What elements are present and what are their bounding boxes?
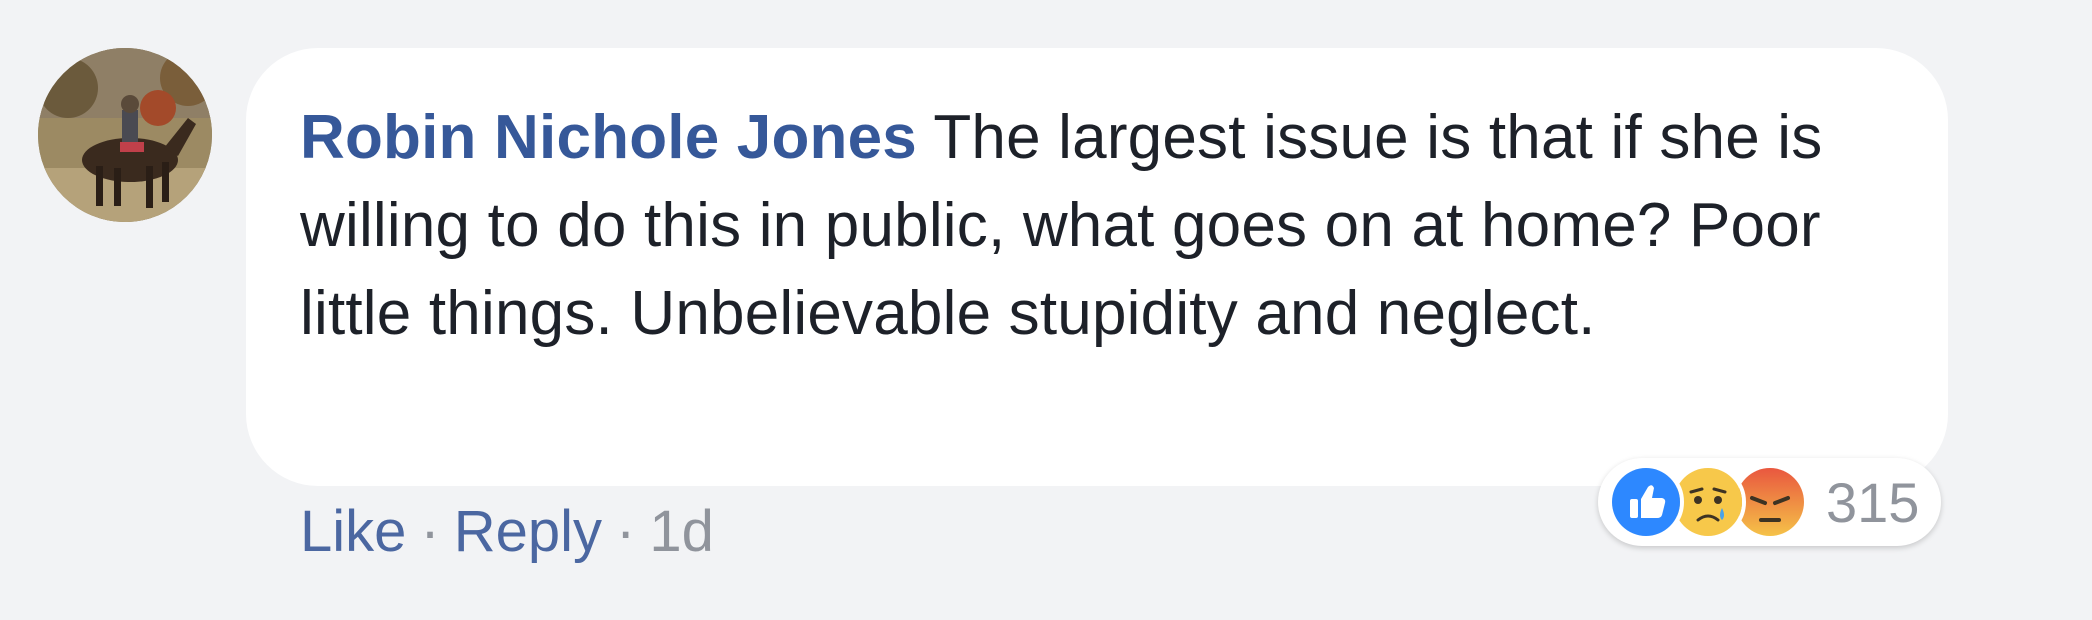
comment-actions: Like · Reply · 1d	[300, 494, 714, 570]
reply-link[interactable]: Reply	[454, 499, 602, 564]
separator: ·	[616, 499, 636, 564]
reaction-count: 315	[1826, 470, 1920, 534]
like-icon	[1608, 464, 1684, 540]
separator: ·	[420, 499, 440, 564]
timestamp-link[interactable]: 1d	[649, 499, 714, 564]
author-name-link[interactable]: Robin Nichole Jones	[300, 103, 917, 172]
comment-body: Robin Nichole Jones The largest issue is…	[300, 94, 1898, 358]
avatar-horse-rider-image	[38, 48, 212, 222]
comment-bubble: Robin Nichole Jones The largest issue is…	[246, 48, 1948, 486]
avatar[interactable]	[38, 48, 212, 222]
comment: Robin Nichole Jones The largest issue is…	[0, 0, 2092, 620]
like-link[interactable]: Like	[300, 499, 406, 564]
reactions-summary[interactable]: 315	[1598, 458, 1942, 546]
